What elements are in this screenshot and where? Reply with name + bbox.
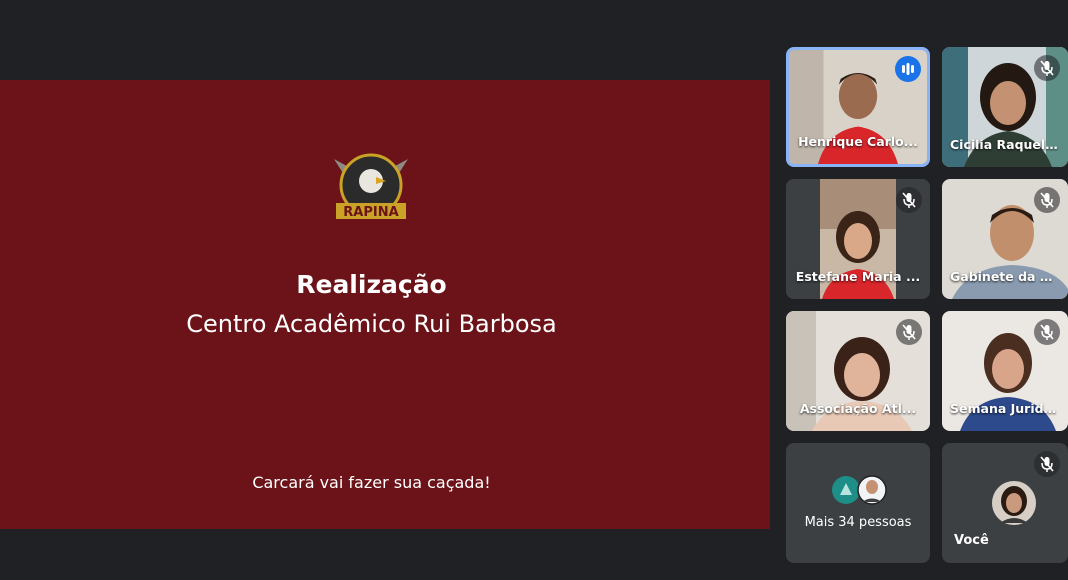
participant-avatars — [832, 475, 887, 505]
mic-off-icon — [896, 319, 922, 345]
participant-name: Semana Juridic... — [950, 401, 1068, 416]
participant-tile[interactable]: Associação Atl... — [786, 311, 930, 431]
participant-tile[interactable]: Estefane Maria ... — [786, 179, 930, 299]
more-people-tile[interactable]: Mais 34 pessoas — [786, 443, 930, 563]
more-people-label: Mais 34 pessoas — [804, 515, 912, 530]
participant-name: Cicilia Raquel ... — [950, 137, 1064, 152]
self-name: Você — [954, 533, 989, 548]
mic-off-icon — [896, 187, 922, 213]
mic-off-icon — [1034, 55, 1060, 81]
slide-subtitle: Centro Acadêmico Rui Barbosa — [186, 310, 557, 338]
participant-tile[interactable]: Cicilia Raquel ... — [942, 47, 1068, 167]
mic-off-icon — [1034, 187, 1060, 213]
self-avatar — [992, 481, 1036, 525]
slide-title: Realização — [296, 270, 447, 299]
participant-name: Estefane Maria ... — [795, 269, 921, 284]
self-tile[interactable]: Você — [942, 443, 1068, 563]
participant-name: Henrique Carlo... — [798, 134, 918, 149]
speaking-indicator-icon — [895, 56, 921, 82]
slide-tagline: Carcará vai fazer sua caçada! — [252, 473, 491, 492]
rapina-logo: RAPINA — [334, 153, 408, 220]
mic-off-icon — [1034, 451, 1060, 477]
mic-off-icon — [1034, 319, 1060, 345]
participant-tile[interactable]: Gabinete da PR... — [942, 179, 1068, 299]
participant-tile[interactable]: Henrique Carlo... — [786, 47, 930, 167]
participant-tile[interactable]: Semana Juridic... — [942, 311, 1068, 431]
presentation-slide: RAPINA Realização Centro Acadêmico Rui B… — [0, 80, 770, 529]
participant-name: Associação Atl... — [799, 401, 917, 416]
logo-text: RAPINA — [343, 205, 398, 220]
participant-name: Gabinete da PR... — [950, 269, 1068, 284]
